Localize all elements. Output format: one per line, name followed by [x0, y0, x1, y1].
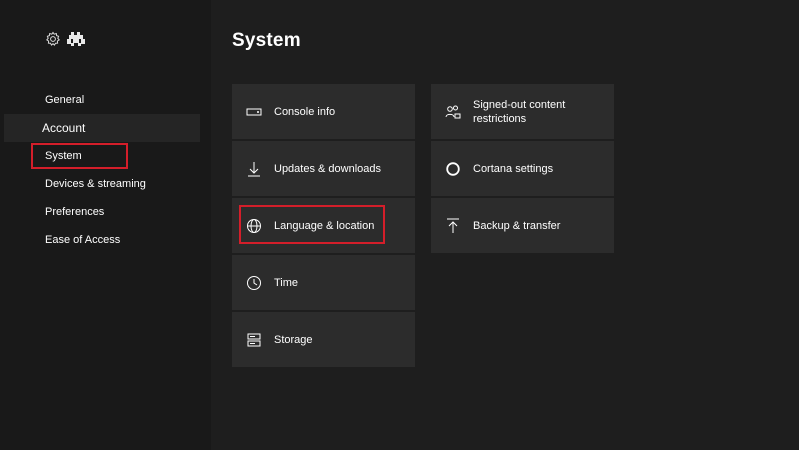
page-title: System: [232, 30, 301, 51]
sidebar-item-preferences[interactable]: Preferences: [0, 198, 211, 226]
tile-storage[interactable]: Storage: [232, 312, 415, 367]
tile-backup-transfer[interactable]: Backup & transfer: [431, 198, 614, 253]
tile-updates-downloads[interactable]: Updates & downloads: [232, 141, 415, 196]
sidebar-item-label: General: [45, 94, 85, 106]
gear-icon[interactable]: [45, 31, 61, 47]
sidebar-item-devices-streaming[interactable]: Devices & streaming: [0, 170, 211, 198]
tile-cortana-settings[interactable]: Cortana settings: [431, 141, 614, 196]
tile-label: Signed-out content restrictions: [473, 98, 566, 125]
tile-signed-out-content-restrictions[interactable]: Signed-out content restrictions: [431, 84, 614, 139]
sidebar-nav: General Account System Devices & streami…: [0, 86, 211, 254]
sidebar-item-label: Preferences: [45, 206, 105, 218]
console-icon: [246, 104, 262, 120]
sidebar-item-ease-of-access[interactable]: Ease of Access: [0, 226, 211, 254]
sidebar-item-label: Devices & streaming: [45, 178, 146, 190]
tile-time[interactable]: Time: [232, 255, 415, 310]
tile-label: Storage: [274, 333, 313, 346]
upload-icon: [445, 218, 461, 234]
sidebar-item-label: System: [45, 150, 82, 162]
header-icons: [45, 31, 85, 47]
sidebar-item-general[interactable]: General: [0, 86, 211, 114]
sidebar-item-label: Ease of Access: [45, 234, 121, 246]
tile-label: Cortana settings: [473, 162, 554, 175]
storage-icon: [246, 332, 262, 348]
tile-label: Updates & downloads: [274, 162, 382, 175]
sidebar: General Account System Devices & streami…: [0, 0, 211, 450]
download-icon: [246, 161, 262, 177]
clock-icon: [246, 275, 262, 291]
avatar[interactable]: [67, 32, 85, 46]
users-lock-icon: [445, 104, 461, 120]
tile-label: Time: [274, 276, 299, 289]
tile-label: Backup & transfer: [473, 219, 561, 232]
sidebar-item-system[interactable]: System: [0, 142, 211, 170]
tile-label: Language & location: [274, 219, 375, 232]
cortana-icon: [445, 161, 461, 177]
sidebar-item-account[interactable]: Account: [4, 114, 200, 142]
tile-label: Console info: [274, 105, 336, 118]
sidebar-item-label: Account: [42, 121, 86, 135]
tile-language-location[interactable]: Language & location: [232, 198, 415, 253]
globe-icon: [246, 218, 262, 234]
tile-console-info[interactable]: Console info: [232, 84, 415, 139]
